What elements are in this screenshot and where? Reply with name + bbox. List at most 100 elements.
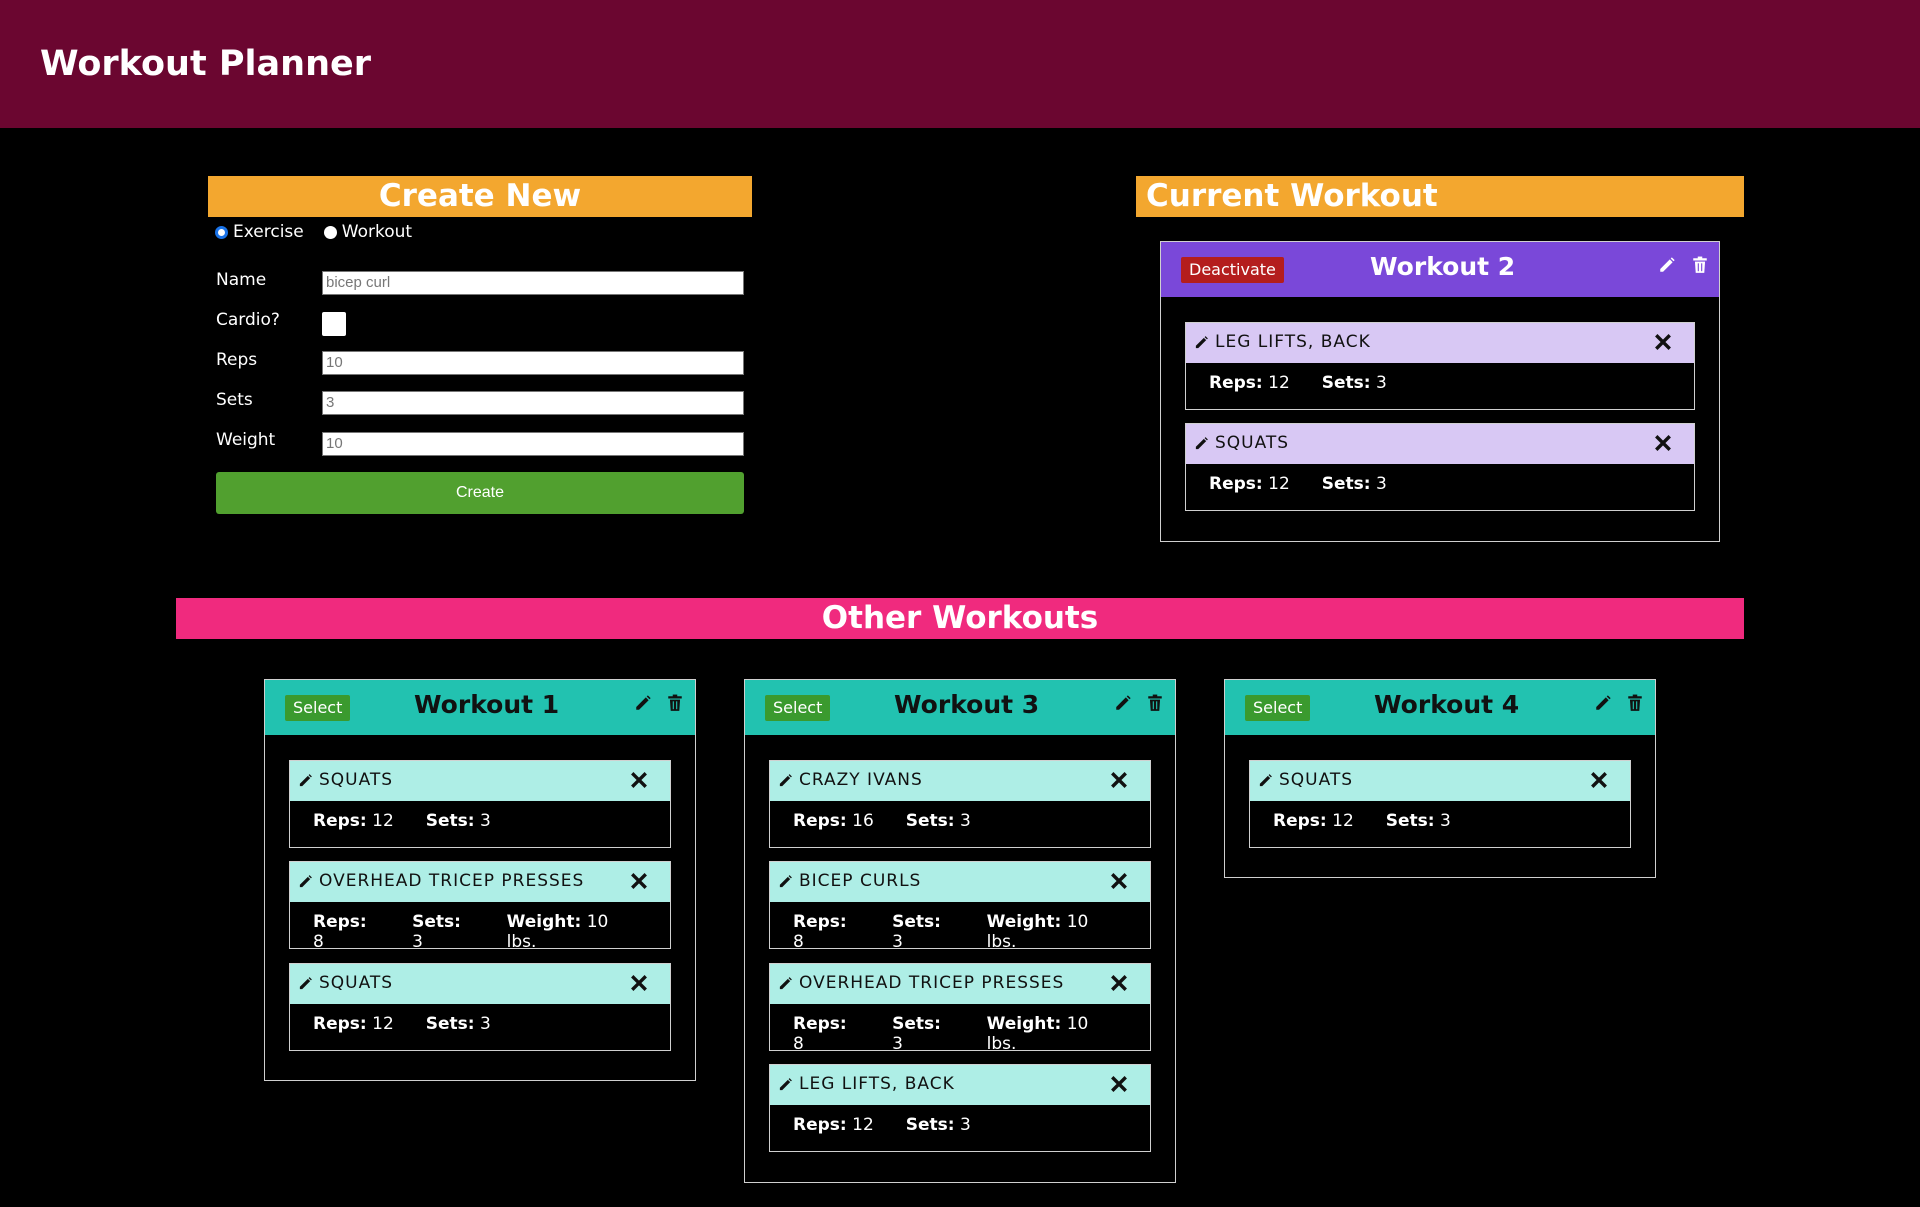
workout-card-header: Select Workout 4 [1225,680,1655,735]
remove-exercise-icon[interactable] [630,872,648,890]
remove-exercise-icon[interactable] [1654,333,1672,351]
sets-stat: Sets: 3 [905,1115,971,1135]
edit-exercise-icon[interactable] [298,773,313,788]
exercise-item: SQUATS Reps: 12 Sets: 3 [1249,760,1631,848]
workout-title: Workout 4 [1374,690,1520,719]
workout-title: Workout 2 [1370,252,1516,281]
reps-input[interactable]: 10 [322,351,744,375]
select-button[interactable]: Select [765,695,831,721]
name-input[interactable]: bicep curl [322,271,744,295]
create-button[interactable]: Create [216,472,744,514]
edit-icon[interactable] [1658,256,1676,274]
sets-stat: Sets: 3 [1385,811,1451,831]
reps-stat: Reps: 12 [1273,811,1354,831]
exercise-item: LEG LIFTS, BACK Reps: 12 Sets: 3 [769,1064,1151,1152]
edit-exercise-icon[interactable] [1194,335,1209,350]
workout-card: Select Workout 4 SQUATS Reps: 12 Sets: 3 [1224,679,1656,878]
trash-icon[interactable] [1146,694,1164,712]
sets-stat: Sets: 3 [425,811,491,831]
remove-exercise-icon[interactable] [1110,974,1128,992]
edit-exercise-icon[interactable] [778,976,793,991]
reps-label: Reps [216,350,258,370]
reps-stat: Reps: 12 [1209,373,1290,393]
remove-exercise-icon[interactable] [1654,434,1672,452]
exercise-item: LEG LIFTS, BACK Reps: 12 Sets: 3 [1185,322,1695,410]
edit-exercise-icon[interactable] [1258,773,1273,788]
reps-stat: Reps: 8 [313,912,367,952]
sets-stat: Sets: 3 [892,912,941,952]
edit-exercise-icon[interactable] [778,1077,793,1092]
name-label: Name [216,270,267,290]
edit-exercise-icon[interactable] [778,874,793,889]
edit-exercise-icon[interactable] [298,976,313,991]
exercise-item: SQUATS Reps: 12 Sets: 3 [289,963,671,1051]
trash-icon[interactable] [1691,256,1709,274]
exercise-name: OVERHEAD TRICEP PRESSES [319,871,585,891]
sets-stat: Sets: 3 [1321,373,1387,393]
exercise-name: BICEP CURLS [799,871,922,891]
sets-label: Sets [216,390,253,410]
reps-stat: Reps: 12 [313,1014,394,1034]
edit-exercise-icon[interactable] [1194,436,1209,451]
reps-stat: Reps: 12 [793,1115,874,1135]
edit-icon[interactable] [634,694,652,712]
remove-exercise-icon[interactable] [1590,771,1608,789]
remove-exercise-icon[interactable] [630,974,648,992]
weight-stat: Weight: 10 lbs. [506,912,609,952]
trash-icon[interactable] [666,694,684,712]
reps-stat: Reps: 8 [793,912,847,952]
cardio-checkbox[interactable] [322,312,346,336]
sets-stat: Sets: 3 [892,1014,941,1054]
reps-stat: Reps: 12 [313,811,394,831]
exercise-item: BICEP CURLS Reps: 8 Sets: 3 Weight: 10 l… [769,861,1151,952]
exercise-item: OVERHEAD TRICEP PRESSES Reps: 8 Sets: 3 … [289,861,671,952]
select-button[interactable]: Select [285,695,351,721]
sets-stat: Sets: 3 [412,912,461,952]
workout-card-header: Deactivate Workout 2 [1161,242,1719,297]
sets-stat: Sets: 3 [1321,474,1387,494]
exercise-item: SQUATS Reps: 12 Sets: 3 [1185,423,1695,511]
exercise-radio[interactable] [215,225,228,239]
trash-icon[interactable] [1626,694,1644,712]
sets-input[interactable]: 3 [322,391,744,415]
reps-stat: Reps: 16 [793,811,874,831]
workout-title: Workout 1 [414,690,560,719]
workout-radio[interactable] [323,225,337,239]
remove-exercise-icon[interactable] [630,771,648,789]
exercise-name: SQUATS [1279,770,1354,790]
exercise-radio-label[interactable]: Exercise [233,222,304,242]
workout-card-header: Select Workout 1 [265,680,695,735]
exercise-item: CRAZY IVANS Reps: 16 Sets: 3 [769,760,1151,848]
exercise-item: OVERHEAD TRICEP PRESSES Reps: 8 Sets: 3 … [769,963,1151,1054]
create-new-header: Create New [208,176,752,217]
exercise-name: LEG LIFTS, BACK [799,1074,955,1094]
workout-radio-label[interactable]: Workout [342,222,412,242]
exercise-name: SQUATS [319,770,394,790]
top-bar: Workout Planner [0,0,1920,128]
sets-stat: Sets: 3 [425,1014,491,1034]
deactivate-button[interactable]: Deactivate [1181,257,1284,283]
reps-stat: Reps: 12 [1209,474,1290,494]
remove-exercise-icon[interactable] [1110,1075,1128,1093]
type-radio-group: Exercise Workout [215,222,432,242]
edit-exercise-icon[interactable] [298,874,313,889]
exercise-name: LEG LIFTS, BACK [1215,332,1371,352]
workout-card: Select Workout 3 CRAZY IVANS Reps: 16 Se… [744,679,1176,1183]
weight-stat: Weight: 10 lbs. [986,1014,1089,1054]
cardio-label: Cardio? [216,310,280,330]
edit-icon[interactable] [1114,694,1132,712]
remove-exercise-icon[interactable] [1110,872,1128,890]
workout-card-header: Select Workout 3 [745,680,1175,735]
edit-exercise-icon[interactable] [778,773,793,788]
edit-icon[interactable] [1594,694,1612,712]
select-button[interactable]: Select [1245,695,1311,721]
app-title: Workout Planner [40,44,371,84]
weight-stat: Weight: 10 lbs. [986,912,1089,952]
sets-stat: Sets: 3 [905,811,971,831]
other-workouts-header: Other Workouts [176,598,1744,639]
remove-exercise-icon[interactable] [1110,771,1128,789]
weight-input[interactable]: 10 [322,432,744,456]
exercise-name: SQUATS [1215,433,1290,453]
exercise-name: CRAZY IVANS [799,770,923,790]
exercise-name: SQUATS [319,973,394,993]
